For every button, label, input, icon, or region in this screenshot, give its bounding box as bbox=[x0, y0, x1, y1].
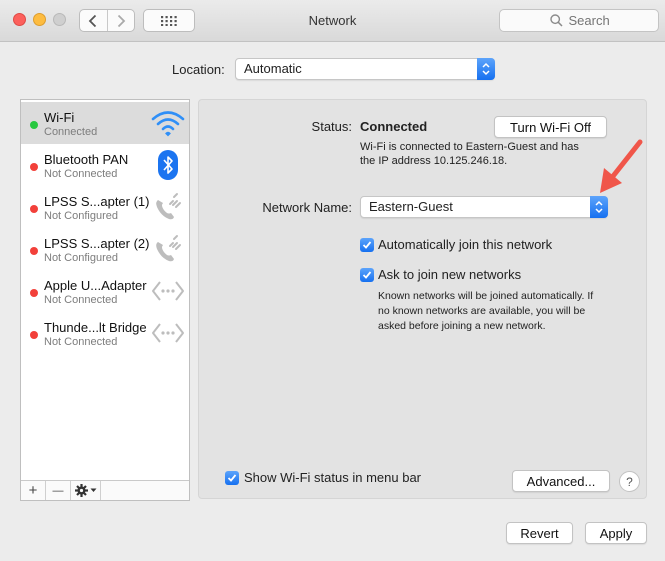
ethernet-icon bbox=[151, 317, 185, 349]
service-status: Not Configured bbox=[44, 210, 118, 222]
status-dot bbox=[30, 205, 38, 213]
ethernet-icon bbox=[151, 275, 185, 307]
ask-join-label[interactable]: Ask to join new networks bbox=[378, 267, 521, 282]
status-dot bbox=[30, 331, 38, 339]
service-status: Not Connected bbox=[44, 294, 118, 306]
remove-service-button[interactable]: — bbox=[46, 481, 71, 500]
service-name: Apple U...Adapter bbox=[44, 278, 147, 293]
up-down-chevron-icon bbox=[595, 200, 603, 214]
checkmark-icon bbox=[362, 271, 372, 279]
service-item-lpss-1[interactable]: LPSS S...apter (1) Not Configured bbox=[21, 186, 189, 228]
action-menu-button[interactable] bbox=[71, 481, 101, 500]
service-item-thunderbolt-bridge[interactable]: Thunde...lt Bridge Not Connected bbox=[21, 312, 189, 354]
service-list-toolbar: + — bbox=[21, 480, 189, 500]
ask-join-description: Known networks will be joined automatica… bbox=[378, 289, 593, 334]
status-description: Wi-Fi is connected to Eastern-Guest and … bbox=[360, 140, 579, 168]
chevron-down-icon bbox=[90, 488, 96, 492]
location-select[interactable]: Automatic bbox=[235, 58, 495, 80]
service-name: LPSS S...apter (2) bbox=[44, 236, 150, 251]
status-dot bbox=[30, 163, 38, 171]
add-service-button[interactable]: + bbox=[21, 481, 46, 500]
auto-join-checkbox[interactable] bbox=[360, 238, 374, 252]
network-name-value: Eastern-Guest bbox=[369, 199, 453, 214]
service-list: Wi-Fi Connected Bluetooth PAN Not Connec… bbox=[20, 99, 190, 501]
wifi-icon bbox=[151, 107, 185, 139]
network-name-label: Network Name: bbox=[262, 200, 352, 215]
status-dot bbox=[30, 289, 38, 297]
apply-button[interactable]: Apply bbox=[585, 522, 647, 544]
service-status: Connected bbox=[44, 126, 98, 138]
service-item-bluetooth-pan[interactable]: Bluetooth PAN Not Connected bbox=[21, 144, 189, 186]
search-icon bbox=[549, 14, 563, 27]
checkmark-icon bbox=[362, 241, 372, 249]
ask-join-checkbox[interactable] bbox=[360, 268, 374, 282]
service-item-apple-usb-adapter[interactable]: Apple U...Adapter Not Connected bbox=[21, 270, 189, 312]
annotation-arrow bbox=[600, 139, 643, 193]
ask-join-description-line: asked before joining a new network. bbox=[378, 320, 546, 332]
advanced-button[interactable]: Advanced... bbox=[512, 470, 610, 492]
detail-panel: Status: Connected Turn Wi-Fi Off Wi-Fi i… bbox=[198, 99, 647, 499]
status-description-line: the IP address 10.125.246.18. bbox=[360, 155, 508, 167]
service-status: Not Connected bbox=[44, 336, 118, 348]
service-name: Wi-Fi bbox=[44, 110, 75, 125]
status-description-line: Wi-Fi is connected to Eastern-Guest and … bbox=[360, 141, 579, 153]
status-dot bbox=[30, 121, 38, 129]
service-status: Not Configured bbox=[44, 252, 118, 264]
checkmark-icon bbox=[227, 474, 237, 482]
location-label: Location: bbox=[172, 62, 225, 77]
status-value: Connected bbox=[360, 119, 428, 134]
status-label: Status: bbox=[311, 119, 352, 134]
location-stepper[interactable] bbox=[477, 58, 495, 80]
gear-icon bbox=[74, 484, 88, 497]
auto-join-label[interactable]: Automatically join this network bbox=[378, 237, 552, 252]
status-dot bbox=[30, 247, 38, 255]
service-status: Not Connected bbox=[44, 168, 118, 180]
ask-join-description-line: Known networks will be joined automatica… bbox=[378, 290, 594, 302]
bluetooth-icon bbox=[151, 149, 185, 181]
turn-wifi-off-button[interactable]: Turn Wi-Fi Off bbox=[494, 116, 607, 138]
service-name: Bluetooth PAN bbox=[44, 152, 129, 167]
location-value: Automatic bbox=[244, 61, 302, 76]
service-item-wifi[interactable]: Wi-Fi Connected bbox=[21, 102, 189, 144]
phone-icon bbox=[151, 233, 185, 265]
up-down-chevron-icon bbox=[482, 62, 490, 76]
service-name: LPSS S...apter (1) bbox=[44, 194, 150, 209]
revert-button[interactable]: Revert bbox=[506, 522, 573, 544]
search-field[interactable] bbox=[499, 9, 659, 32]
search-input[interactable] bbox=[568, 13, 609, 28]
ask-join-description-line: no known networks are available, you wil… bbox=[378, 305, 586, 317]
show-wifi-status-label[interactable]: Show Wi-Fi status in menu bar bbox=[244, 470, 421, 485]
help-button[interactable]: ? bbox=[619, 471, 640, 492]
network-name-select[interactable]: Eastern-Guest bbox=[360, 196, 608, 218]
service-name: Thunde...lt Bridge bbox=[44, 320, 147, 335]
service-item-lpss-2[interactable]: LPSS S...apter (2) Not Configured bbox=[21, 228, 189, 270]
network-name-stepper[interactable] bbox=[590, 196, 608, 218]
phone-icon bbox=[151, 191, 185, 223]
show-wifi-status-checkbox[interactable] bbox=[225, 471, 239, 485]
title-bar: Network bbox=[0, 0, 665, 42]
